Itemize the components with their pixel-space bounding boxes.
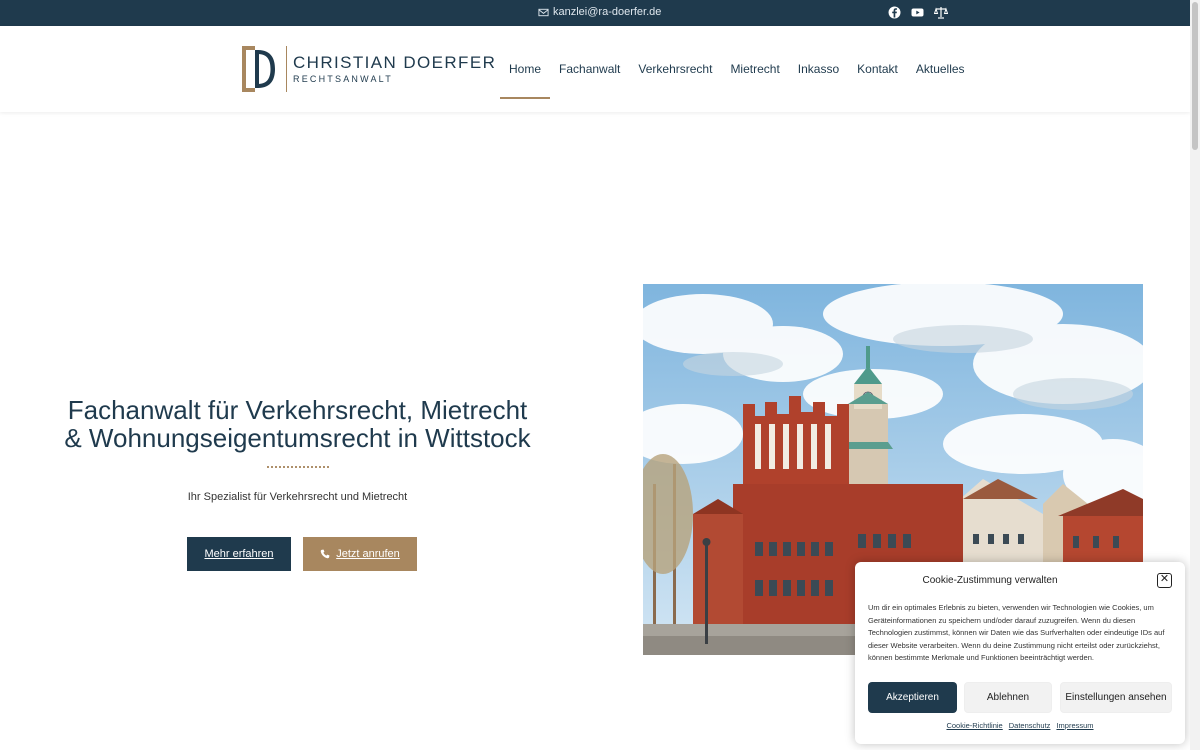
site-header: CHRISTIAN DOERFER RECHTSANWALT Home Fach… — [0, 26, 1190, 112]
phone-icon — [320, 549, 330, 559]
call-now-button[interactable]: Jetzt anrufen — [303, 537, 417, 571]
scales-icon[interactable] — [933, 6, 949, 19]
dotted-divider — [266, 466, 329, 468]
hero-title-line2: & Wohnungseigentumsrecht in Wittstock — [64, 423, 531, 453]
nav-verkehrsrecht[interactable]: Verkehrsrecht — [629, 26, 721, 112]
more-info-button[interactable]: Mehr erfahren — [187, 537, 291, 571]
cookie-consent-dialog: Cookie-Zustimmung verwalten ✕ Um dir ein… — [855, 562, 1185, 744]
youtube-icon[interactable] — [911, 6, 924, 19]
scrollbar[interactable] — [1190, 0, 1200, 750]
logo-text: CHRISTIAN DOERFER RECHTSANWALT — [293, 53, 497, 85]
logo-name: CHRISTIAN DOERFER — [293, 53, 497, 72]
accept-button[interactable]: Akzeptieren — [868, 682, 957, 713]
cookie-links: Cookie-Richtlinie Datenschutz Impressum — [855, 721, 1185, 730]
mail-icon — [538, 8, 549, 16]
more-info-label: Mehr erfahren — [204, 548, 274, 560]
facebook-icon[interactable] — [888, 6, 901, 19]
nav-mietrecht[interactable]: Mietrecht — [721, 26, 788, 112]
cookie-text: Um dir ein optimales Erlebnis zu bieten,… — [868, 603, 1165, 662]
hero-subtitle: Ihr Spezialist für Verkehrsrecht und Mie… — [187, 491, 408, 503]
email-link[interactable]: kanzlei@ra-doerfer.de — [538, 6, 661, 18]
nav-home[interactable]: Home — [500, 26, 551, 112]
logo-divider — [286, 46, 287, 92]
logo-mark-icon — [242, 46, 275, 92]
logo-subtitle: RECHTSANWALT — [293, 74, 393, 84]
nav-inkasso[interactable]: Inkasso — [789, 26, 848, 112]
deny-button[interactable]: Ablehnen — [964, 682, 1052, 713]
email-text: kanzlei@ra-doerfer.de — [553, 6, 662, 18]
top-bar: kanzlei@ra-doerfer.de — [0, 0, 1190, 26]
hero-title-line1: Fachanwalt für Verkehrsrecht, Mietrecht — [67, 395, 528, 425]
nav-aktuelles[interactable]: Aktuelles — [907, 26, 974, 112]
settings-button[interactable]: Einstellungen ansehen — [1060, 682, 1172, 713]
call-now-label: Jetzt anrufen — [336, 548, 400, 560]
main-nav: Home Fachanwalt Verkehrsrecht Mietrecht … — [500, 26, 974, 112]
logo[interactable]: CHRISTIAN DOERFER RECHTSANWALT — [242, 46, 496, 92]
cookie-title: Cookie-Zustimmung verwalten — [922, 575, 1058, 586]
imprint-link[interactable]: Impressum — [1056, 721, 1093, 730]
nav-fachanwalt[interactable]: Fachanwalt — [550, 26, 629, 112]
cookie-policy-link[interactable]: Cookie-Richtlinie — [946, 721, 1002, 730]
close-icon[interactable]: ✕ — [1157, 573, 1172, 588]
nav-kontakt[interactable]: Kontakt — [848, 26, 907, 112]
hero-title: Fachanwalt für Verkehrsrecht, Mietrecht … — [40, 396, 555, 452]
scrollbar-thumb[interactable] — [1192, 2, 1198, 150]
privacy-link[interactable]: Datenschutz — [1009, 721, 1051, 730]
